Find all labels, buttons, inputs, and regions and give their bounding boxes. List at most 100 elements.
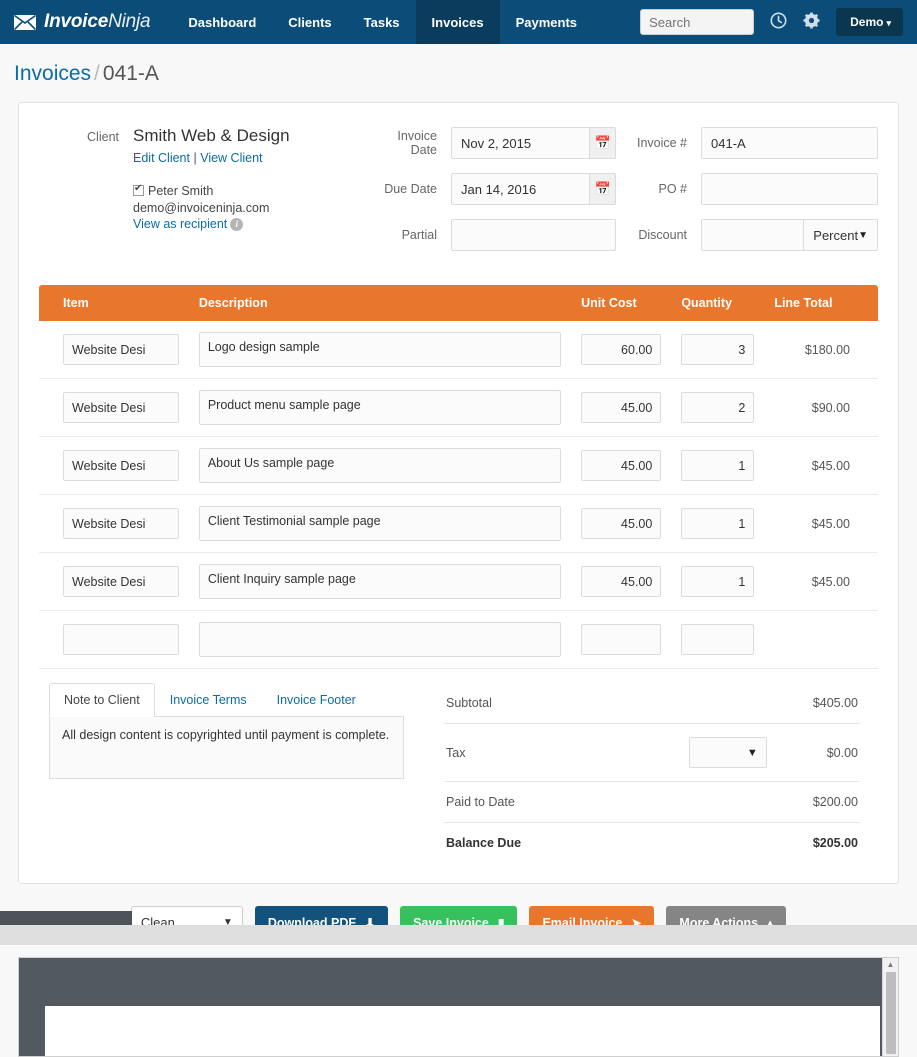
totals-section: Subtotal $405.00 Tax ▼ $0.00 Paid to Dat… [444, 683, 860, 863]
item-input[interactable] [63, 334, 179, 365]
paid-to-date-value: $200.00 [812, 795, 858, 809]
description-input[interactable]: About Us sample page [198, 448, 562, 483]
tax-row: Tax ▼ $0.00 [444, 724, 860, 782]
tab-note-to-client[interactable]: Note to Client [49, 683, 155, 717]
partial-label: Partial [401, 228, 437, 242]
brand-light: Ninja [108, 11, 151, 32]
cell-unit-cost [571, 552, 672, 611]
quantity-input[interactable] [681, 450, 755, 481]
invoice-number-input[interactable] [701, 127, 878, 159]
pdf-preview-scrollbar[interactable]: ▲ [882, 958, 898, 1056]
item-input[interactable] [63, 566, 179, 597]
top-navbar: InvoiceNinja Dashboard Clients Tasks Inv… [0, 0, 917, 44]
quantity-input[interactable] [681, 392, 755, 423]
discount-input[interactable] [701, 219, 805, 251]
description-input[interactable]: Logo design sample [198, 332, 562, 367]
cell-unit-cost [571, 436, 672, 495]
quantity-input[interactable] [681, 624, 755, 655]
cell-item [39, 610, 189, 669]
pdf-page [45, 1006, 880, 1056]
brand-logo[interactable]: InvoiceNinja [0, 0, 172, 44]
po-group [701, 173, 878, 205]
clock-icon[interactable] [770, 12, 787, 32]
item-input[interactable] [63, 450, 179, 481]
contact-name: Peter Smith [148, 183, 214, 198]
po-input[interactable] [701, 173, 878, 205]
table-row: Logo design sample $180.00 [39, 321, 878, 379]
cell-unit-cost [571, 494, 672, 553]
cell-line-total: $45.00 [764, 436, 878, 495]
description-input[interactable] [198, 622, 562, 657]
nav-item-clients[interactable]: Clients [272, 0, 347, 44]
lower-section: Note to Client Invoice Terms Invoice Foo… [39, 683, 878, 863]
cell-description: Client Inquiry sample page [188, 552, 572, 611]
client-label: Client [87, 130, 119, 144]
discount-type-select[interactable]: Percent ▼ [804, 219, 878, 251]
unit-cost-input[interactable] [581, 508, 662, 539]
cell-quantity [671, 552, 765, 611]
description-input[interactable]: Client Inquiry sample page [198, 564, 562, 599]
quantity-input[interactable] [681, 334, 755, 365]
view-client-link[interactable]: View Client [200, 151, 262, 165]
unit-cost-input[interactable] [581, 334, 662, 365]
tax-value: $0.00 [826, 745, 858, 760]
view-as-recipient-link[interactable]: View as recipient [133, 217, 227, 231]
search-input[interactable] [640, 9, 755, 35]
calendar-icon[interactable]: 📅 [590, 127, 616, 159]
item-input[interactable] [63, 624, 179, 655]
user-menu-button[interactable]: Demo ▾ [836, 8, 903, 36]
column-header-line-total: Line Total [764, 285, 878, 321]
calendar-icon[interactable]: 📅 [590, 173, 616, 205]
unit-cost-input[interactable] [581, 624, 662, 655]
scrollbar-thumb[interactable] [885, 972, 896, 1054]
due-date-group: 📅 [451, 173, 616, 205]
due-date-input[interactable] [451, 173, 591, 205]
invoice-date-row: Invoice Date 📅 [369, 127, 619, 159]
nav-item-dashboard[interactable]: Dashboard [172, 0, 272, 44]
contact-row[interactable]: Peter Smith [133, 182, 290, 200]
tab-invoice-footer[interactable]: Invoice Footer [262, 683, 371, 717]
quantity-input[interactable] [681, 508, 755, 539]
description-input[interactable]: Product menu sample page [198, 390, 562, 425]
cell-description [188, 610, 572, 669]
discount-group: Percent ▼ [701, 219, 878, 251]
view-as-recipient-row: View as recipient i [133, 216, 290, 233]
invoice-number-row: Invoice # [619, 127, 878, 159]
table-row: Client Inquiry sample page $45.00 [39, 552, 878, 611]
cell-line-total: $45.00 [764, 552, 878, 611]
chevron-down-icon: ▼ [858, 229, 868, 241]
tax-rate-select[interactable]: ▼ [688, 737, 767, 768]
nav-item-tasks[interactable]: Tasks [348, 0, 416, 44]
nav-item-invoices[interactable]: Invoices [415, 0, 500, 44]
notes-textarea[interactable]: All design content is copyrighted until … [49, 717, 404, 779]
scroll-up-icon[interactable]: ▲ [887, 958, 895, 972]
chevron-down-icon: ▼ [746, 746, 758, 759]
cell-description: Product menu sample page [188, 378, 572, 437]
invoice-date-input[interactable] [451, 127, 591, 159]
unit-cost-input[interactable] [581, 450, 662, 481]
cell-line-total: $180.00 [764, 321, 878, 379]
navbar-right: Demo▾ [640, 0, 917, 44]
download-status-chip [0, 911, 132, 925]
item-input[interactable] [63, 508, 179, 539]
breadcrumb-root-link[interactable]: Invoices [14, 62, 91, 85]
cell-quantity [671, 494, 765, 553]
contact-checkbox[interactable] [133, 182, 144, 196]
info-icon[interactable]: i [230, 218, 244, 232]
table-row: Client Testimonial sample page $45.00 [39, 494, 878, 553]
browser-status-bar [0, 925, 917, 945]
user-menu-label: Demo [850, 15, 884, 29]
quantity-input[interactable] [681, 566, 755, 597]
main-nav: Dashboard Clients Tasks Invoices Payment… [172, 0, 593, 44]
client-links: Edit Client | View Client [133, 151, 290, 165]
nav-item-payments[interactable]: Payments [500, 0, 593, 44]
tab-invoice-terms[interactable]: Invoice Terms [155, 683, 262, 717]
item-input[interactable] [63, 392, 179, 423]
cell-quantity [671, 321, 765, 379]
unit-cost-input[interactable] [581, 392, 662, 423]
description-input[interactable]: Client Testimonial sample page [198, 506, 562, 541]
edit-client-link[interactable]: Edit Client [133, 151, 190, 165]
partial-input[interactable] [451, 219, 616, 251]
unit-cost-input[interactable] [581, 566, 662, 597]
gear-icon[interactable] [803, 12, 820, 32]
